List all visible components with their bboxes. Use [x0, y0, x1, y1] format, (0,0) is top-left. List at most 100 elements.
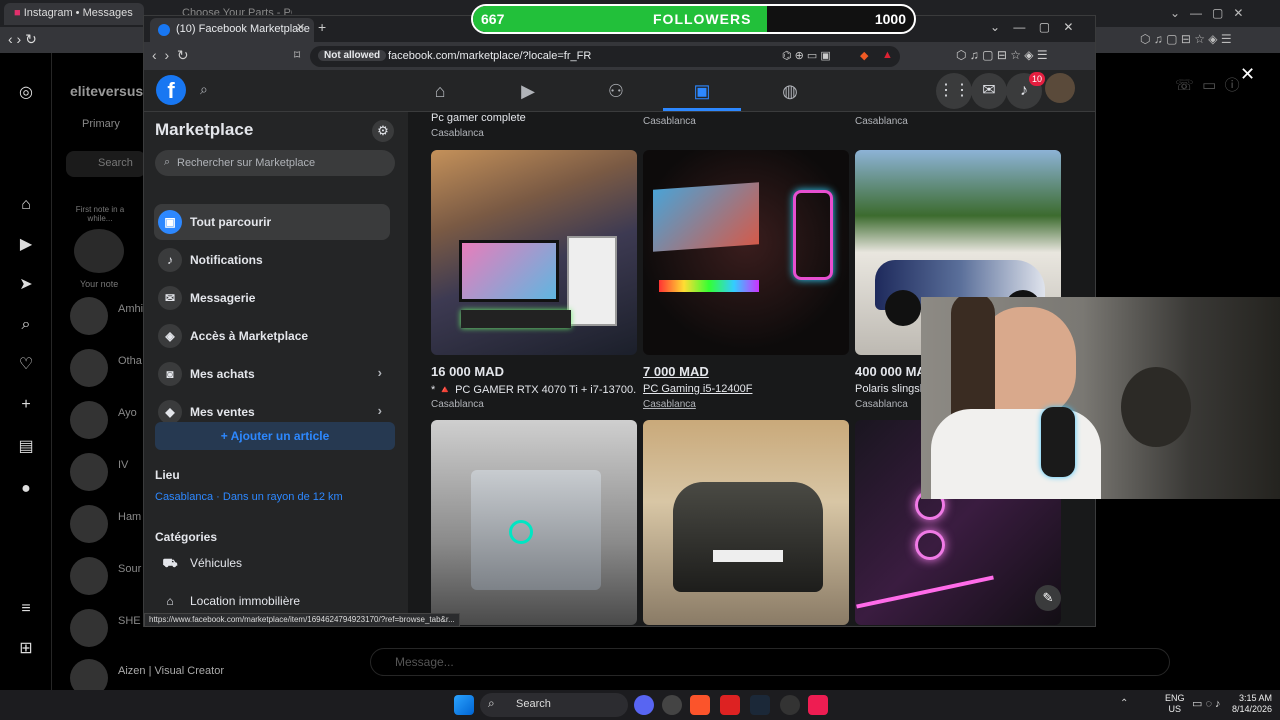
listing-card[interactable]: 16 000 MAD * 🔺 PC GAMER RTX 4070 Ti + i7… — [431, 150, 637, 412]
bookmark-icon[interactable]: ⌑ — [294, 48, 300, 62]
site-security-badge[interactable]: Not allowed — [318, 50, 387, 61]
popup-extension-icons[interactable]: ⬡ ♫ ▢ ⊟ ☆ ◈ ☰ — [956, 48, 1048, 62]
create-icon[interactable]: + — [16, 395, 36, 415]
second-person-shape — [1121, 367, 1191, 447]
nav-back-forward-reload[interactable]: ‹ › ↻ — [152, 47, 189, 64]
listing-location: Casablanca — [855, 399, 908, 410]
dashboard-icon[interactable]: ▤ — [16, 437, 36, 457]
home-icon[interactable]: ⌂ — [16, 195, 36, 215]
monitor-shape — [459, 240, 559, 302]
instagram-username[interactable]: eliteversus — [70, 83, 143, 99]
profile-avatar[interactable] — [1045, 73, 1075, 103]
profile-icon[interactable]: ● — [16, 479, 36, 499]
listing-title[interactable]: Pc gamer complete — [431, 112, 526, 124]
tray-icons[interactable]: ▭ ◌ ♪ — [1192, 697, 1221, 710]
pc-case-shape — [567, 236, 617, 326]
popup-window-controls[interactable]: ⌄ — ▢ ✕ — [990, 20, 1073, 34]
listing-card[interactable] — [643, 420, 849, 626]
search-icon: ⌕ — [488, 696, 495, 710]
fb-search-icon[interactable]: ⌕ — [200, 81, 208, 98]
language-indicator[interactable]: ENG US — [1165, 693, 1185, 715]
adobe-icon[interactable] — [720, 695, 740, 715]
listing-photo[interactable] — [643, 420, 849, 625]
listing-card[interactable]: 7 000 MAD PC Gaming i5-12400F Casablanca — [643, 150, 849, 412]
sidebar-item-marketplace-access[interactable]: ◈ Accès à Marketplace — [154, 318, 390, 354]
inbox-icon: ✉ — [158, 286, 182, 310]
reels-icon[interactable]: ▶ — [16, 235, 36, 255]
url-text[interactable]: facebook.com/marketplace/?locale=fr_FR — [388, 50, 591, 62]
followers-label: FOLLOWERS — [653, 11, 752, 27]
search-icon: ⌕ — [164, 156, 171, 168]
menu-icon[interactable]: ≡ — [16, 599, 36, 619]
apps-icon[interactable]: ⊞ — [16, 639, 36, 659]
brave-rewards-icon[interactable]: ▲ — [882, 49, 893, 61]
messenger-icon[interactable]: ✉ — [971, 73, 1007, 109]
fb-marketplace-icon[interactable]: ▣ — [690, 79, 714, 103]
sidebar-item-browse-all[interactable]: ▣ Tout parcourir — [154, 204, 390, 240]
instagram-search-input[interactable]: Search — [66, 151, 146, 177]
sidebar-item-messages[interactable]: ✉ Messagerie — [154, 280, 390, 316]
chevron-right-icon: › — [377, 403, 382, 418]
message-input[interactable]: Message... — [370, 648, 1170, 676]
tiktok-icon[interactable] — [808, 695, 828, 715]
facebook-favicon-icon — [158, 24, 170, 36]
brave-icon[interactable] — [690, 695, 710, 715]
taskbar-search[interactable]: Search — [480, 693, 628, 717]
tray-chevron-icon[interactable]: ⌃ — [1120, 698, 1128, 709]
listing-photo[interactable] — [643, 150, 849, 355]
tab-primary[interactable]: Primary — [82, 118, 120, 130]
listing-photo[interactable] — [431, 420, 637, 625]
search-icon[interactable]: ⌕ — [16, 315, 36, 335]
listing-location: Casablanca — [643, 116, 696, 127]
settings-gear-icon[interactable]: ⚙ — [372, 120, 394, 142]
start-windows-icon[interactable] — [454, 695, 474, 715]
tab-instagram[interactable]: ■ Instagram • Messages — [4, 3, 144, 25]
steam-icon[interactable] — [750, 695, 770, 715]
marketplace-search-input[interactable]: Rechercher sur Marketplace — [155, 150, 395, 176]
car-icon: ⛟ — [162, 556, 178, 570]
sidebar-title: Marketplace — [155, 120, 254, 139]
fb-gaming-icon[interactable]: ◍ — [778, 79, 802, 103]
menu-grid-icon[interactable]: ⋮⋮ — [936, 73, 972, 109]
note-bubble[interactable]: First note in a while... — [70, 205, 130, 223]
listing-photo[interactable] — [431, 150, 637, 355]
my-avatar[interactable] — [74, 229, 124, 273]
category-vehicles[interactable]: ⛟ Véhicules — [154, 545, 390, 581]
send-icon[interactable]: ➤ — [16, 275, 36, 295]
sidebar-item-purchases[interactable]: ◙ Mes achats › — [154, 356, 390, 392]
listing-card[interactable] — [431, 420, 637, 626]
vehicle-shape — [471, 470, 601, 590]
sidebar-item-notifications[interactable]: ♪ Notifications — [154, 242, 390, 278]
location-value-link[interactable]: Casablanca · Dans un rayon de 12 km — [155, 491, 343, 503]
bg-extension-icons[interactable]: ⬡ ♫ ▢ ⊟ ☆ ◈ ☰ — [1140, 32, 1232, 46]
brave-shield-icon[interactable]: ◆ — [860, 49, 868, 62]
tab-close-icon[interactable]: ✕ — [296, 21, 305, 34]
compose-icon[interactable]: ✎ — [1035, 585, 1061, 611]
add-article-button[interactable]: + Ajouter un article — [155, 422, 395, 450]
microphone-shape — [1041, 407, 1075, 477]
vehicle-shape — [673, 482, 823, 592]
fb-watch-icon[interactable]: ▶ — [516, 79, 540, 103]
bg-nav-icons[interactable]: ‹ › ↻ — [8, 31, 37, 48]
keyboard-shape — [461, 310, 571, 328]
heart-icon[interactable]: ♡ — [16, 355, 36, 375]
url-box[interactable]: Not allowed facebook.com/marketplace/?lo… — [310, 46, 900, 67]
fb-home-icon[interactable]: ⌂ — [428, 79, 452, 103]
new-tab-icon[interactable]: + — [318, 19, 326, 35]
call-video-icons[interactable]: ☏ ▭ ⓘ — [1175, 74, 1240, 95]
obs-icon[interactable] — [780, 695, 800, 715]
facebook-logo-icon[interactable]: f — [156, 75, 186, 105]
shop-icon: ▣ — [158, 210, 182, 234]
fb-friends-icon[interactable]: ⚇ — [604, 79, 628, 103]
clock[interactable]: 3:15 AM 8/14/2026 — [1232, 693, 1272, 715]
followers-current: 667 — [481, 11, 505, 27]
addr-action-icons[interactable]: ⌬ ⊕ ▭ ▣ — [782, 49, 831, 62]
bg-window-controls[interactable]: ⌄ — ▢ ✕ — [1170, 6, 1243, 20]
discord-icon[interactable] — [634, 695, 654, 715]
instagram-logo-icon[interactable]: ◎ — [16, 83, 36, 103]
app-icon[interactable] — [662, 695, 682, 715]
tab-facebook-marketplace[interactable]: (10) Facebook Marketplace | Fac — [150, 18, 314, 42]
bag-icon: ◙ — [158, 362, 182, 386]
notification-count-badge: 10 — [1029, 72, 1045, 86]
close-icon[interactable]: ✕ — [1240, 64, 1255, 85]
